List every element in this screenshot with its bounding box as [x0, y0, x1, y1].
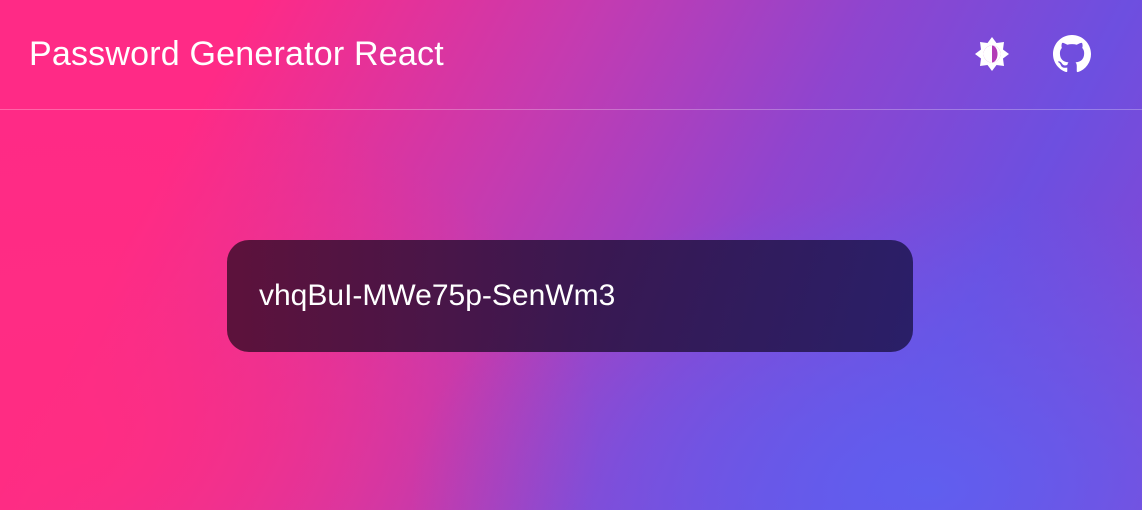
password-value: vhqBuI-MWe75p-SenWm3 [259, 279, 616, 312]
github-icon [1053, 35, 1091, 73]
theme-toggle-button[interactable] [972, 34, 1012, 74]
app-header: Password Generator React [0, 0, 1142, 110]
password-display[interactable]: vhqBuI-MWe75p-SenWm3 [227, 240, 913, 352]
github-link-button[interactable] [1052, 34, 1092, 74]
app-title: Password Generator React [29, 35, 444, 73]
brightness-icon [975, 37, 1009, 71]
